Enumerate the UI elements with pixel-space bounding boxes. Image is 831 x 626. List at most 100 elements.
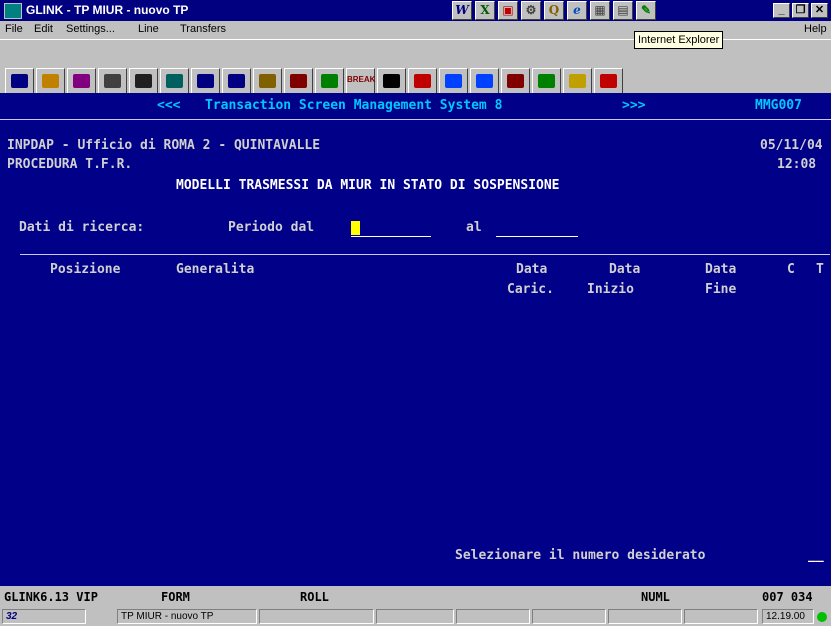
terminal-status-line: GLINK6.13 VIP FORM ROLL NUML 007 034 xyxy=(0,586,831,607)
word-icon[interactable]: W xyxy=(452,1,472,20)
terminal-icon-glyph xyxy=(383,74,400,88)
exit-icon-glyph xyxy=(600,74,617,88)
camera-icon[interactable] xyxy=(129,68,158,94)
status-clock: 12.19.00 xyxy=(762,609,814,624)
col-data-fine: Data xyxy=(705,262,737,277)
floppy-icon-glyph xyxy=(11,74,28,88)
blue-up-icon-glyph xyxy=(476,74,493,88)
find-icon[interactable]: Q xyxy=(544,1,564,20)
taskbar-icons: W X ▣ ⚙ Q e ▦ ▤ ✎ xyxy=(452,1,656,20)
copy-icon[interactable] xyxy=(253,68,282,94)
col-data-caric-sub: Caric. xyxy=(507,282,554,297)
menu-transfers[interactable]: Transfers xyxy=(180,23,226,35)
terminal-screen[interactable]: <<< Transaction Screen Management System… xyxy=(0,93,831,586)
tools-icon-glyph xyxy=(42,74,59,88)
window-icon[interactable] xyxy=(191,68,220,94)
col-data-fine-sub: Fine xyxy=(705,282,737,297)
menu-settings[interactable]: Settings... xyxy=(66,23,115,35)
col-generalita: Generalita xyxy=(176,262,255,277)
app-icon[interactable] xyxy=(4,3,22,19)
divider xyxy=(0,119,831,120)
period-to-field[interactable] xyxy=(496,236,578,237)
status-cell-empty-5 xyxy=(608,609,682,624)
window-controls: _ ❐ ✕ xyxy=(773,3,828,18)
tools-icon[interactable] xyxy=(36,68,65,94)
cursor xyxy=(351,221,360,235)
doc-icon[interactable] xyxy=(222,68,251,94)
internet-explorer-icon[interactable]: e xyxy=(567,1,587,20)
spy-icon-glyph xyxy=(166,74,183,88)
camera-icon-glyph xyxy=(135,74,152,88)
table-divider xyxy=(20,254,830,255)
header-next: >>> xyxy=(622,98,646,113)
copy-icon-glyph xyxy=(259,74,276,88)
date: 05/11/04 xyxy=(760,138,823,153)
header-prev: <<< xyxy=(157,98,181,113)
spy-icon[interactable] xyxy=(160,68,189,94)
stop-icon[interactable] xyxy=(408,68,437,94)
col-data-caric: Data xyxy=(516,262,548,277)
car-icon-glyph xyxy=(290,74,307,88)
minimize-icon[interactable]: _ xyxy=(773,3,790,18)
help-icon-glyph xyxy=(569,74,586,88)
status-cell-empty-4 xyxy=(532,609,606,624)
status-cell-empty-3 xyxy=(456,609,530,624)
selection-field[interactable]: __ xyxy=(808,547,824,565)
status-badge: 32 xyxy=(2,609,86,624)
toolbar-buttons: BREAK xyxy=(5,68,623,94)
break-button[interactable]: BREAK xyxy=(346,68,375,94)
floppy-icon[interactable] xyxy=(5,68,34,94)
status-scroll: ROLL xyxy=(300,590,329,604)
window-title: GLINK - TP MIUR - nuovo TP xyxy=(26,3,189,17)
status-cell-empty-6 xyxy=(684,609,758,624)
tooltip: Internet Explorer xyxy=(634,31,724,49)
status-position: 007 034 xyxy=(762,590,813,604)
calculator-icon[interactable]: ▦ xyxy=(590,1,610,20)
blue-down-icon-glyph xyxy=(445,74,462,88)
fax-icon[interactable] xyxy=(67,68,96,94)
powerpoint-icon[interactable]: ▣ xyxy=(498,1,518,20)
period-label: Periodo dal xyxy=(228,220,315,235)
col-c: C xyxy=(787,262,795,277)
menu-edit[interactable]: Edit xyxy=(34,23,53,35)
wrench-icon[interactable] xyxy=(501,68,530,94)
col-data-inizio-sub: Inizio xyxy=(587,282,634,297)
status-bar: 32 TP MIUR - nuovo TP 12.19.00 xyxy=(0,607,831,626)
monitor-icon[interactable] xyxy=(532,68,561,94)
menu-help[interactable]: Help xyxy=(804,23,827,35)
close-icon[interactable]: ✕ xyxy=(811,3,828,18)
excel-icon[interactable]: X xyxy=(475,1,495,20)
status-session-name: TP MIUR - nuovo TP xyxy=(117,609,257,624)
fax-icon-glyph xyxy=(73,74,90,88)
down-arrow-icon-glyph xyxy=(321,74,338,88)
network-icon[interactable]: ⚙ xyxy=(521,1,541,20)
time: 12:08 xyxy=(777,157,817,172)
doc-icon-glyph xyxy=(228,74,245,88)
menu-file[interactable]: File xyxy=(5,23,23,35)
blue-down-icon[interactable] xyxy=(439,68,468,94)
car-icon[interactable] xyxy=(284,68,313,94)
al-label: al xyxy=(466,220,482,235)
header-title: Transaction Screen Management System 8 xyxy=(205,98,503,113)
printer-icon-glyph xyxy=(104,74,121,88)
down-arrow-icon[interactable] xyxy=(315,68,344,94)
wrench-icon-glyph xyxy=(507,74,524,88)
col-posizione: Posizione xyxy=(50,262,121,277)
restore-icon[interactable]: ❐ xyxy=(792,3,809,18)
printer-icon[interactable] xyxy=(98,68,127,94)
online-indicator-icon xyxy=(817,612,827,622)
exit-icon[interactable] xyxy=(594,68,623,94)
office-icon[interactable]: ✎ xyxy=(636,1,656,20)
period-from-field[interactable] xyxy=(351,236,431,237)
org-name: INPDAP - Ufficio di ROMA 2 - QUINTAVALLE xyxy=(7,138,321,153)
stop-icon-glyph xyxy=(414,74,431,88)
col-t: T xyxy=(816,262,824,277)
disk-icon[interactable]: ▤ xyxy=(613,1,633,20)
blue-up-icon[interactable] xyxy=(470,68,499,94)
title-bar: GLINK - TP MIUR - nuovo TP W X ▣ ⚙ Q e ▦… xyxy=(0,0,831,21)
terminal-icon[interactable] xyxy=(377,68,406,94)
help-icon[interactable] xyxy=(563,68,592,94)
selection-prompt: Selezionare il numero desiderato xyxy=(455,548,706,563)
menu-line[interactable]: Line xyxy=(138,23,159,35)
status-numl: NUML xyxy=(641,590,670,604)
